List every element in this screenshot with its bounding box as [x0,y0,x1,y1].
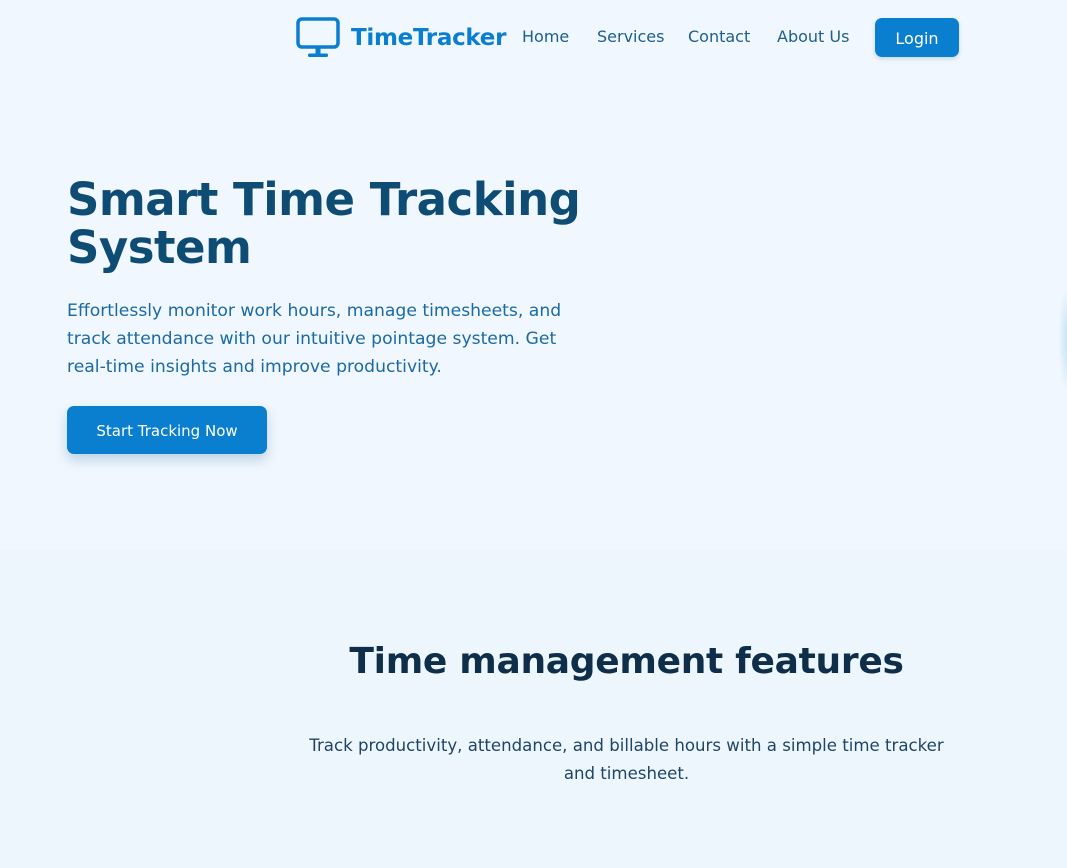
nav-about-us[interactable]: About Us [777,27,849,47]
navbar: TimeTracker Home Services Contact About … [0,0,1067,76]
nav-home[interactable]: Home [522,27,569,47]
hero-description: Effortlessly monitor work hours, manage … [67,301,562,377]
brand-name: TimeTracker [351,25,507,51]
features-title: Time management features [349,641,904,682]
hero-section: Smart Time Tracking System Effortlessly … [0,76,1067,550]
decorative-glow [1058,284,1067,394]
login-button[interactable]: Login [875,18,959,57]
start-tracking-button[interactable]: Start Tracking Now [67,406,267,454]
nav-contact[interactable]: Contact [688,27,750,47]
features-section: Time management features Track productiv… [0,550,1067,868]
features-description: Track productivity, attendance, and bill… [309,736,944,783]
page: TimeTracker Home Services Contact About … [0,0,1067,868]
monitor-icon [296,17,340,59]
nav-services[interactable]: Services [597,27,664,47]
brand-logo-link[interactable]: TimeTracker [296,17,506,59]
hero-title: Smart Time Tracking System [67,173,581,274]
